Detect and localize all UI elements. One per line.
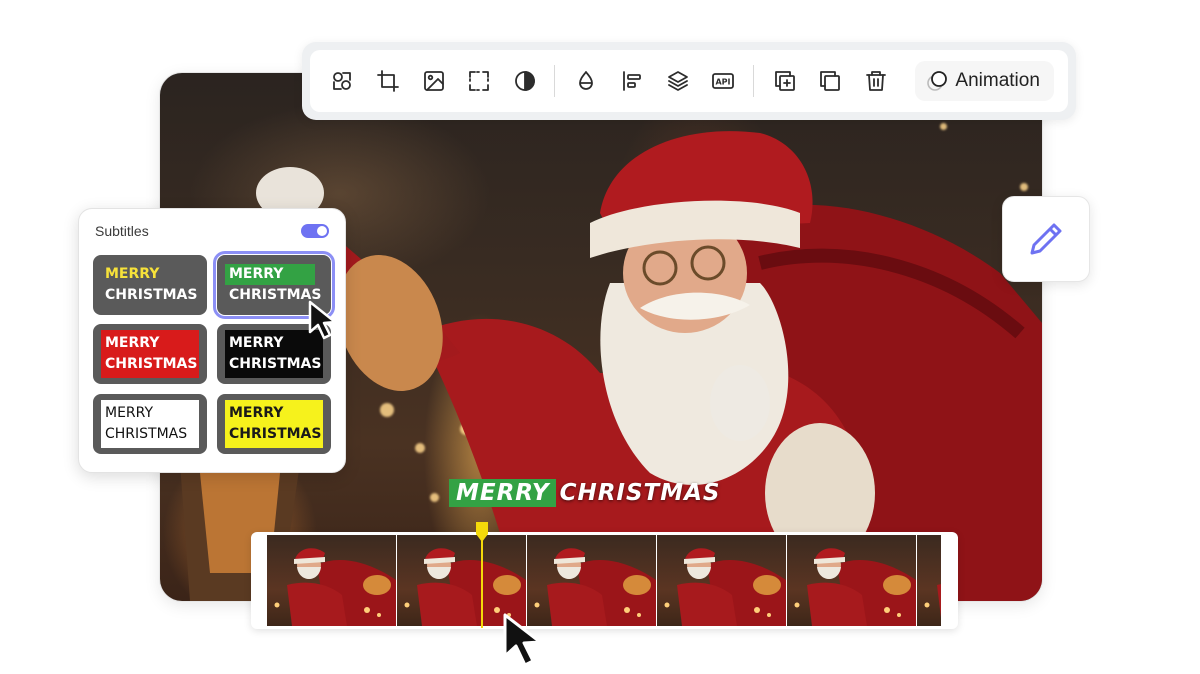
contrast-icon[interactable] [511,66,540,96]
opacity-drop-icon[interactable] [572,66,601,96]
animation-button[interactable]: Animation [915,61,1054,101]
toolbar-divider [752,65,754,97]
subtitles-panel: Subtitles MERRY CHRISTMAS MERRY CHRISTMA… [78,208,346,473]
style-line1: MERRY [229,405,284,421]
api-icon[interactable]: API [709,66,738,96]
subtitles-title: Subtitles [95,223,149,239]
caption-word: CHRISTMAS [559,480,721,506]
subtitles-toggle[interactable] [301,224,329,238]
style-line1: MERRY [105,335,160,351]
subtitle-style-red-box[interactable]: MERRY CHRISTMAS [93,324,207,384]
timeline-strip[interactable] [251,532,958,629]
toolbar-body: API Animation [310,50,1068,112]
pencil-icon [1030,223,1062,255]
layers-icon[interactable] [663,66,692,96]
style-line2: CHRISTMAS [229,426,322,442]
style-line1: MERRY [105,266,160,282]
shapes-icon[interactable] [328,66,357,96]
subtitle-style-yellow-text[interactable]: MERRY CHRISTMAS [93,255,207,315]
style-line2: CHRISTMAS [229,356,322,372]
duplicate-icon[interactable] [816,66,845,96]
style-line1: MERRY [105,405,154,421]
image-icon[interactable] [419,66,448,96]
timeline-frame[interactable] [267,535,396,626]
add-copy-icon[interactable] [771,66,800,96]
timeline-frames [267,535,941,626]
style-line2: CHRISTMAS [105,426,188,442]
mouse-pointer-icon [308,300,337,340]
video-caption[interactable]: MERRY CHRISTMAS [449,479,720,507]
mouse-pointer-icon [503,613,542,667]
timeline-frame[interactable] [917,535,941,626]
subtitles-header: Subtitles [95,223,329,239]
subtitle-style-white-box[interactable]: MERRY CHRISTMAS [93,394,207,454]
style-line2: CHRISTMAS [105,287,198,303]
api-label: API [716,78,731,87]
selection-frame-icon[interactable] [465,66,494,96]
animation-icon [927,71,948,91]
style-line1: MERRY [225,264,316,285]
subtitle-style-yellow-box[interactable]: MERRY CHRISTMAS [217,394,331,454]
style-line2: CHRISTMAS [105,356,198,372]
editor-toolbar: API Animation [302,42,1076,120]
timeline-playhead[interactable] [474,520,490,628]
edit-button[interactable] [1002,196,1090,282]
crop-icon[interactable] [374,66,403,96]
timeline-frame[interactable] [787,535,916,626]
toolbar-divider [554,65,556,97]
animation-label: Animation [955,70,1040,91]
trash-icon[interactable] [862,66,891,96]
caption-highlight-word: MERRY [449,479,556,507]
timeline-frame[interactable] [657,535,786,626]
align-left-icon[interactable] [618,66,647,96]
